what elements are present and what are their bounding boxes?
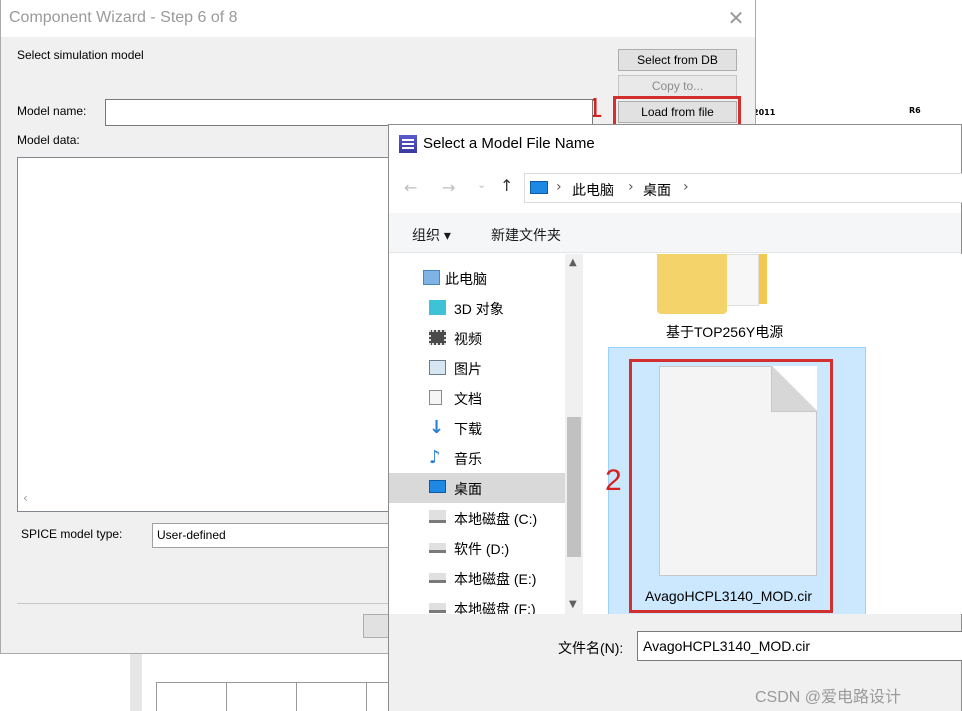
chevron-right-icon: ›	[628, 179, 634, 195]
nav-item-drive-d[interactable]: 软件 (D:)	[389, 533, 565, 563]
close-icon[interactable]: ✕	[726, 6, 746, 30]
computer-icon	[530, 181, 548, 194]
schematic-bottom-strip	[130, 652, 392, 711]
computer-icon	[423, 270, 440, 285]
file-dialog-title: Select a Model File Name	[423, 135, 595, 152]
schematic-label: 2011	[753, 108, 776, 117]
up-arrow-icon[interactable]: ↑	[500, 176, 513, 195]
file-highlight	[629, 359, 833, 613]
app-icon	[399, 135, 417, 153]
model-name-label: Model name:	[17, 104, 87, 118]
video-icon	[429, 330, 446, 345]
navigation-pane: 此电脑 3D 对象 视频 图片 文档 ↓ 下载 ♪ 音乐 桌面 本地磁盘 (C:…	[389, 254, 583, 614]
organize-menu[interactable]: 组织 ▾	[412, 225, 451, 245]
windows-drive-icon	[429, 510, 446, 523]
recent-dropdown-icon[interactable]: ⌄	[477, 178, 486, 191]
forward-arrow-icon[interactable]: →	[442, 178, 455, 197]
schematic-label-r6: R6	[909, 106, 921, 115]
filename-input[interactable]: AvagoHCPL3140_MOD.cir	[637, 631, 962, 661]
step-number-2: 2	[605, 464, 622, 497]
breadcrumb-pc[interactable]: 此电脑	[572, 180, 614, 200]
cube-3d-icon	[429, 300, 446, 315]
wizard-titlebar: Component Wizard - Step 6 of 8 ✕	[1, 0, 755, 37]
nav-item-documents[interactable]: 文档	[389, 383, 565, 413]
nav-item-drive-e[interactable]: 本地磁盘 (E:)	[389, 563, 565, 593]
address-bar[interactable]: › 此电脑 › 桌面 ›	[524, 173, 962, 203]
footer-divider	[17, 603, 392, 604]
select-simulation-label: Select simulation model	[17, 48, 144, 62]
music-icon: ♪	[429, 447, 441, 468]
back-arrow-icon[interactable]: ←	[404, 178, 417, 197]
new-folder-button[interactable]: 新建文件夹	[491, 225, 561, 245]
drive-icon	[429, 573, 446, 583]
scrollbar-thumb[interactable]	[567, 417, 581, 557]
nav-item-this-pc[interactable]: 此电脑	[389, 263, 565, 293]
folder-name: 基于TOP256Y电源	[666, 324, 784, 340]
wizard-title: Component Wizard - Step 6 of 8	[9, 9, 238, 26]
nav-item-downloads[interactable]: ↓ 下载	[389, 413, 565, 443]
load-from-file-highlight	[613, 96, 741, 127]
scroll-left-icon[interactable]: ‹	[23, 491, 28, 505]
pictures-icon	[429, 360, 446, 375]
chevron-right-icon: ›	[556, 179, 562, 195]
nav-item-music[interactable]: ♪ 音乐	[389, 443, 565, 473]
copy-to-button[interactable]: Copy to...	[618, 75, 737, 97]
nav-item-3d-objects[interactable]: 3D 对象	[389, 293, 565, 323]
download-icon: ↓	[429, 417, 445, 438]
chevron-right-icon: ›	[683, 179, 689, 195]
model-data-textarea[interactable]	[17, 157, 391, 512]
file-content-area: 基于TOP256Y电源 AvagoHCPL3140_MOD.cir 2	[583, 254, 962, 615]
drive-icon	[429, 603, 446, 613]
chevron-up-icon[interactable]: ▲	[569, 257, 577, 268]
filename-label: 文件名(N):	[558, 640, 624, 656]
file-dialog-toolbar: 组织 ▾ 新建文件夹	[389, 213, 961, 253]
chevron-down-icon[interactable]: ▼	[569, 599, 577, 610]
desktop-icon	[429, 480, 446, 493]
nav-item-drive-c[interactable]: 本地磁盘 (C:)	[389, 503, 565, 533]
select-from-db-button[interactable]: Select from DB	[618, 49, 737, 71]
spice-model-type-select[interactable]: User-defined	[152, 523, 390, 548]
schematic-grid	[156, 682, 392, 711]
nav-item-videos[interactable]: 视频	[389, 323, 565, 353]
model-data-label: Model data:	[17, 133, 80, 147]
select-model-file-dialog: Select a Model File Name ← → ⌄ ↑ › 此电脑 ›…	[388, 124, 962, 711]
schematic-background: 2011 R6	[748, 0, 962, 130]
navigation-scrollbar[interactable]: ▲ ▼	[565, 254, 583, 614]
nav-item-drive-f[interactable]: 本地磁盘 (F:)	[389, 593, 565, 614]
folder-front-graphic	[657, 254, 727, 314]
model-name-input[interactable]	[105, 99, 593, 126]
spice-model-type-label: SPICE model type:	[21, 527, 123, 541]
drive-icon	[429, 543, 446, 553]
watermark-text: CSDN @爱电路设计	[755, 689, 902, 706]
documents-icon	[429, 390, 442, 405]
nav-item-desktop[interactable]: 桌面	[389, 473, 565, 503]
breadcrumb-desktop[interactable]: 桌面	[643, 180, 671, 200]
nav-item-pictures[interactable]: 图片	[389, 353, 565, 383]
